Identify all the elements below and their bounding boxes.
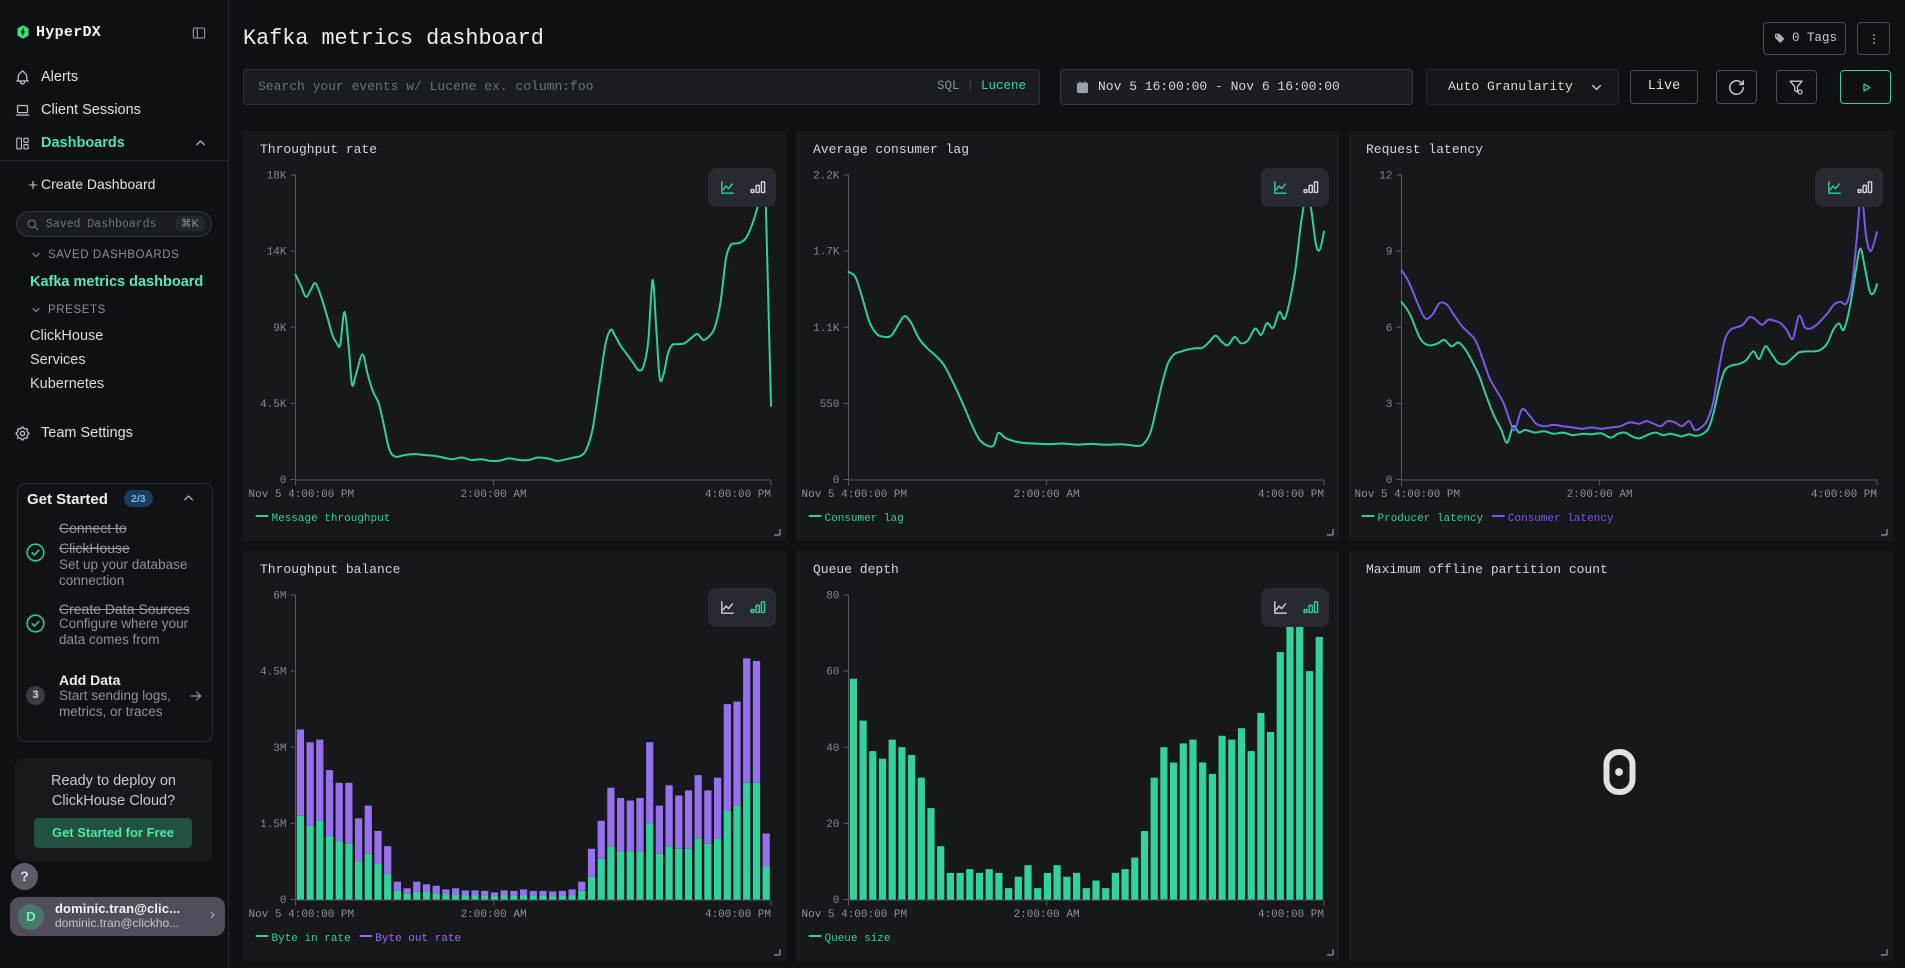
svg-text:4.5K: 4.5K — [260, 399, 287, 411]
svg-text:80: 80 — [826, 591, 839, 603]
svg-text:18K: 18K — [267, 171, 287, 183]
svg-text:Consumer latency: Consumer latency — [1508, 513, 1614, 525]
svg-text:4:00:00 PM: 4:00:00 PM — [1258, 909, 1324, 921]
svg-text:2:00:00 AM: 2:00:00 AM — [1014, 489, 1080, 501]
svg-text:4:00:00 PM: 4:00:00 PM — [1258, 489, 1324, 501]
svg-text:2:00:00 AM: 2:00:00 AM — [461, 489, 527, 501]
svg-text:3M: 3M — [273, 743, 286, 755]
svg-text:6: 6 — [1386, 323, 1393, 335]
svg-text:0: 0 — [833, 475, 840, 487]
svg-text:40: 40 — [826, 743, 839, 755]
svg-text:6M: 6M — [273, 591, 286, 603]
svg-text:3: 3 — [1386, 399, 1393, 411]
svg-text:4.5M: 4.5M — [260, 667, 286, 679]
svg-text:Nov 5 4:00:00 PM: Nov 5 4:00:00 PM — [249, 909, 355, 921]
svg-text:4:00:00 PM: 4:00:00 PM — [1811, 489, 1877, 501]
svg-text:4:00:00 PM: 4:00:00 PM — [705, 489, 771, 501]
svg-text:Nov 5 4:00:00 PM: Nov 5 4:00:00 PM — [802, 489, 908, 501]
svg-text:550: 550 — [820, 399, 840, 411]
svg-text:Producer latency: Producer latency — [1378, 513, 1484, 525]
svg-text:Nov 5 4:00:00 PM: Nov 5 4:00:00 PM — [1355, 489, 1461, 501]
svg-text:0: 0 — [833, 895, 840, 907]
svg-text:4:00:00 PM: 4:00:00 PM — [705, 909, 771, 921]
svg-text:0: 0 — [1386, 475, 1393, 487]
svg-text:2.2K: 2.2K — [813, 171, 840, 183]
svg-text:0: 0 — [280, 895, 287, 907]
svg-text:Nov 5 4:00:00 PM: Nov 5 4:00:00 PM — [249, 489, 355, 501]
svg-text:2:00:00 AM: 2:00:00 AM — [461, 909, 527, 921]
svg-text:Nov 5 4:00:00 PM: Nov 5 4:00:00 PM — [802, 909, 908, 921]
svg-text:2:00:00 AM: 2:00:00 AM — [1567, 489, 1633, 501]
svg-text:9: 9 — [1386, 247, 1393, 259]
svg-text:Consumer lag: Consumer lag — [825, 513, 904, 525]
svg-text:Queue size: Queue size — [825, 933, 891, 945]
svg-text:1.1K: 1.1K — [813, 323, 840, 335]
svg-text:1.7K: 1.7K — [813, 247, 840, 259]
svg-text:2:00:00 AM: 2:00:00 AM — [1014, 909, 1080, 921]
svg-text:20: 20 — [826, 819, 839, 831]
svg-text:Byte out rate: Byte out rate — [375, 933, 461, 945]
svg-text:Byte in rate: Byte in rate — [272, 933, 351, 945]
svg-text:Message throughput: Message throughput — [272, 513, 391, 525]
svg-text:60: 60 — [826, 667, 839, 679]
svg-text:14K: 14K — [267, 247, 287, 259]
svg-text:12: 12 — [1379, 171, 1392, 183]
svg-text:9K: 9K — [273, 323, 287, 335]
svg-text:1.5M: 1.5M — [260, 819, 286, 831]
svg-text:0: 0 — [280, 475, 287, 487]
